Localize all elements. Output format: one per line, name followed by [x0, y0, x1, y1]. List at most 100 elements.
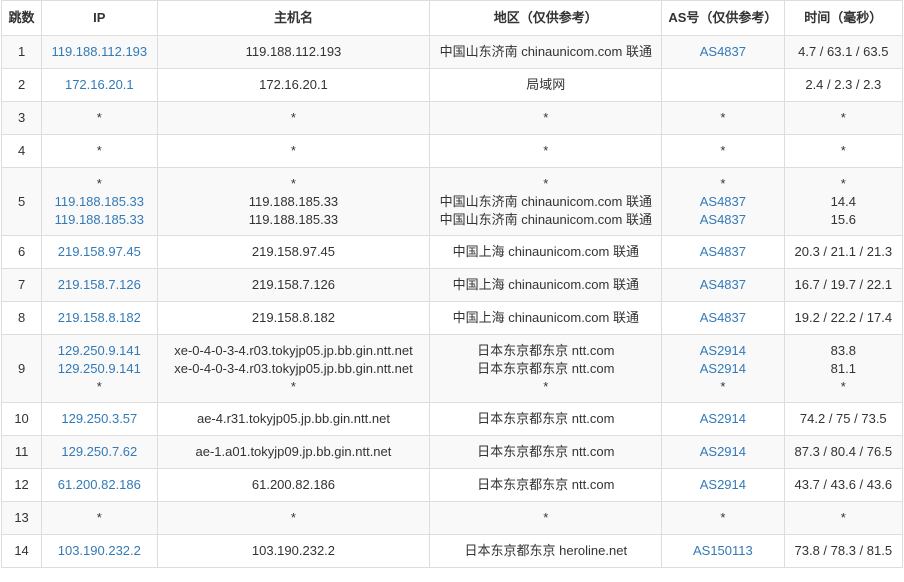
- ip-cell: *: [41, 501, 158, 535]
- ip-link[interactable]: 219.158.97.45: [42, 243, 156, 261]
- host-cell: 219.158.8.182: [156, 301, 431, 335]
- as-cell: AS2914: [661, 468, 785, 502]
- hostname-text: 172.16.20.1: [259, 77, 328, 92]
- host-cell: 172.16.20.1: [156, 68, 431, 102]
- host-cell: 103.190.232.2: [156, 534, 431, 568]
- as-link[interactable]: AS2914: [662, 410, 783, 428]
- table-row: 2 172.16.20.1 172.16.20.1 局域网 2.4 / 2.3 / 2.…: [0, 68, 904, 102]
- region-text: 中国上海 chinaunicom.com 联通: [452, 277, 639, 292]
- time-text: 73.8 / 78.3 / 81.5: [794, 543, 893, 558]
- time-cell: 83.8 81.1 *: [783, 334, 904, 403]
- region-text: 中国山东济南 chinaunicom.com 联通: [439, 193, 652, 209]
- ip-link[interactable]: 119.188.185.33: [42, 211, 156, 229]
- ip-link[interactable]: 129.250.7.62: [42, 443, 156, 461]
- ip-link[interactable]: 119.188.185.33: [42, 193, 156, 211]
- as-cell: *: [661, 501, 785, 535]
- time-cell: 2.4 / 2.3 / 2.3: [783, 68, 904, 102]
- as-cell: * AS4837 AS4837: [661, 167, 785, 236]
- geo-cell: * 中国山东济南 chinaunicom.com 联通 中国山东济南 chinaun…: [429, 167, 663, 236]
- host-cell: 219.158.7.126: [156, 268, 431, 302]
- as-link[interactable]: AS2914: [662, 360, 783, 378]
- ip-link[interactable]: 61.200.82.186: [42, 476, 156, 494]
- hop-number: 10: [0, 402, 43, 436]
- table-row: 1 119.188.112.193 119.188.112.193 中国山东济南 ch…: [0, 35, 904, 69]
- time-cell: *: [783, 101, 904, 135]
- empty-marker: *: [720, 110, 726, 125]
- table-row: 14 103.190.232.2 103.190.232.2 日本东京都东京 hero…: [0, 534, 904, 568]
- ip-link[interactable]: 119.188.112.193: [42, 43, 156, 61]
- host-cell: *: [156, 501, 431, 535]
- as-link[interactable]: AS4837: [662, 211, 783, 229]
- as-link[interactable]: AS4837: [662, 193, 783, 211]
- ip-link[interactable]: 129.250.9.141: [42, 342, 156, 360]
- hop-number: 14: [0, 534, 43, 568]
- region-text: 中国上海 chinaunicom.com 联通: [452, 310, 639, 325]
- hostname-text: 119.188.185.33: [248, 193, 339, 209]
- host-cell: 219.158.97.45: [156, 235, 431, 269]
- ip-cell: * 119.188.185.33 119.188.185.33: [41, 167, 158, 236]
- time-cell: 74.2 / 75 / 73.5: [783, 402, 904, 436]
- header-ip: IP: [41, 0, 158, 36]
- table-row: 9 129.250.9.141 129.250.9.141 * xe-0-4-0-3-4…: [0, 334, 904, 403]
- empty-marker: *: [96, 110, 102, 125]
- as-link[interactable]: AS4837: [662, 43, 783, 61]
- header-region: 地区（仅供参考）: [429, 0, 663, 36]
- empty-marker: *: [543, 510, 549, 525]
- geo-cell: 日本东京都东京 heroline.net: [429, 534, 663, 568]
- ip-link[interactable]: 219.158.7.126: [42, 276, 156, 294]
- ip-link[interactable]: 219.158.8.182: [42, 309, 156, 327]
- as-link[interactable]: AS4837: [662, 243, 783, 261]
- empty-marker: *: [720, 175, 726, 191]
- empty-marker: *: [840, 378, 846, 394]
- as-link[interactable]: AS150113: [662, 542, 783, 560]
- ip-link[interactable]: 129.250.9.141: [42, 360, 156, 378]
- time-text: 15.6: [830, 211, 856, 227]
- time-text: 19.2 / 22.2 / 17.4: [794, 310, 893, 325]
- table-body: 1 119.188.112.193 119.188.112.193 中国山东济南 ch…: [0, 35, 904, 568]
- empty-marker: *: [840, 175, 846, 191]
- hop-number: 1: [0, 35, 43, 69]
- as-link[interactable]: AS2914: [662, 443, 783, 461]
- time-text: 81.1: [830, 360, 856, 376]
- hostname-text: xe-0-4-0-3-4.r03.tokyjp05.jp.bb.gin.ntt.…: [174, 360, 413, 376]
- table-row: 6 219.158.97.45 219.158.97.45 中国上海 chinauni…: [0, 235, 904, 269]
- region-text: 日本东京都东京 ntt.com: [477, 360, 615, 376]
- empty-marker: *: [290, 510, 296, 525]
- geo-cell: 中国上海 chinaunicom.com 联通: [429, 235, 663, 269]
- as-link[interactable]: AS2914: [662, 476, 783, 494]
- ip-cell: *: [41, 134, 158, 168]
- table-row: 5 * 119.188.185.33 119.188.185.33 * 119.188.1…: [0, 167, 904, 236]
- ip-link[interactable]: 129.250.3.57: [42, 410, 156, 428]
- hostname-text: 103.190.232.2: [251, 543, 336, 558]
- region-text: 中国上海 chinaunicom.com 联通: [452, 244, 639, 259]
- hop-number: 8: [0, 301, 43, 335]
- header-as-number: AS号（仅供参考）: [661, 0, 785, 36]
- geo-cell: 日本东京都东京 ntt.com 日本东京都东京 ntt.com *: [429, 334, 663, 403]
- as-link[interactable]: AS4837: [662, 276, 783, 294]
- as-link[interactable]: AS4837: [662, 309, 783, 327]
- empty-marker: *: [96, 378, 102, 394]
- ip-link[interactable]: 103.190.232.2: [42, 542, 156, 560]
- region-text: 日本东京都东京 ntt.com: [477, 477, 615, 492]
- table-row: 4 * * * * *: [0, 134, 904, 168]
- empty-marker: *: [840, 110, 846, 125]
- hop-number: 2: [0, 68, 43, 102]
- ip-cell: 219.158.97.45: [41, 235, 158, 269]
- empty-marker: *: [543, 110, 549, 125]
- hostname-text: xe-0-4-0-3-4.r03.tokyjp05.jp.bb.gin.ntt.…: [174, 342, 413, 358]
- geo-cell: 日本东京都东京 ntt.com: [429, 435, 663, 469]
- hop-number: 7: [0, 268, 43, 302]
- empty-marker: *: [543, 143, 549, 158]
- time-text: 83.8: [830, 342, 856, 358]
- hostname-text: 61.200.82.186: [251, 477, 336, 492]
- ip-link[interactable]: 172.16.20.1: [42, 76, 156, 94]
- as-cell: AS4837: [661, 235, 785, 269]
- region-text: 日本东京都东京 ntt.com: [477, 411, 615, 426]
- time-cell: 16.7 / 19.7 / 22.1: [783, 268, 904, 302]
- header-hop: 跳数: [0, 0, 43, 36]
- hostname-text: 219.158.7.126: [251, 277, 336, 292]
- hostname-text: 119.188.112.193: [245, 44, 342, 59]
- empty-marker: *: [96, 175, 102, 191]
- header-row: 跳数 IP 主机名 地区（仅供参考） AS号（仅供参考） 时间（毫秒）: [0, 0, 904, 36]
- as-link[interactable]: AS2914: [662, 342, 783, 360]
